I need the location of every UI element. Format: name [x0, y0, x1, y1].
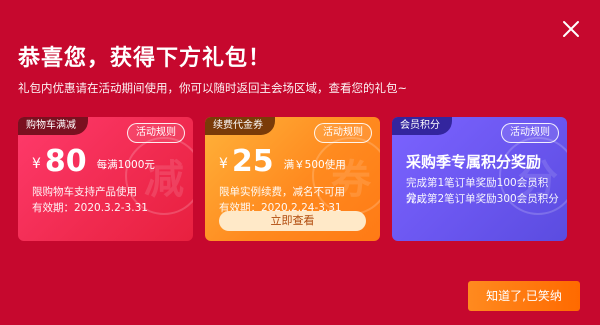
points-line-2: 完成第2笔订单奖励300会员积分	[406, 193, 559, 205]
coupon-badge: 续费代金券	[205, 117, 275, 135]
coupon-badge: 会员积分	[392, 117, 452, 135]
currency-symbol: ¥	[219, 156, 228, 172]
gift-modal: 恭喜您，获得下方礼包！ 礼包内优惠请在活动期间使用，你可以随时返回主会场区域，查…	[0, 0, 600, 325]
coupon-condition: 每满1000元	[96, 159, 155, 171]
coupon-amount-row: ¥ 80 每满1000元	[32, 147, 155, 177]
coupon-badge: 购物车满减	[18, 117, 88, 135]
modal-subtitle: 礼包内优惠请在活动期间使用，你可以随时返回主会场区域，查看您的礼包~	[18, 81, 408, 95]
coupon-condition: 满￥500使用	[283, 159, 346, 171]
close-icon[interactable]	[560, 18, 582, 40]
coupon-card-cart-discount: 购物车满减 活动规则 减 ¥ 80 每满1000元 限购物车支持产品使用 有效期…	[18, 117, 193, 241]
points-title: 采购季专属积分奖励	[406, 153, 542, 171]
coupon-card-renewal-voucher: 续费代金券 活动规则 券 ¥ 25 满￥500使用 限单实例续费，减名不可用 有…	[205, 117, 380, 241]
coupon-description: 限购物车支持产品使用	[32, 186, 137, 198]
coupon-description: 限单实例续费，减名不可用	[219, 186, 345, 198]
view-now-button[interactable]: 立即查看	[219, 211, 366, 231]
coupon-card-member-points: 会员积分 活动规则 分 采购季专属积分奖励 完成第1笔订单奖励100会员积分， …	[392, 117, 567, 241]
accept-gift-button[interactable]: 知道了,已笑纳	[468, 281, 580, 311]
modal-title: 恭喜您，获得下方礼包！	[18, 46, 272, 71]
coupon-validity: 有效期：2020.3.2-3.31	[32, 202, 148, 214]
coupon-amount: 25	[231, 144, 274, 179]
coupon-amount: 80	[44, 144, 87, 179]
coupon-amount-row: ¥ 25 满￥500使用	[219, 147, 346, 177]
currency-symbol: ¥	[32, 156, 41, 172]
